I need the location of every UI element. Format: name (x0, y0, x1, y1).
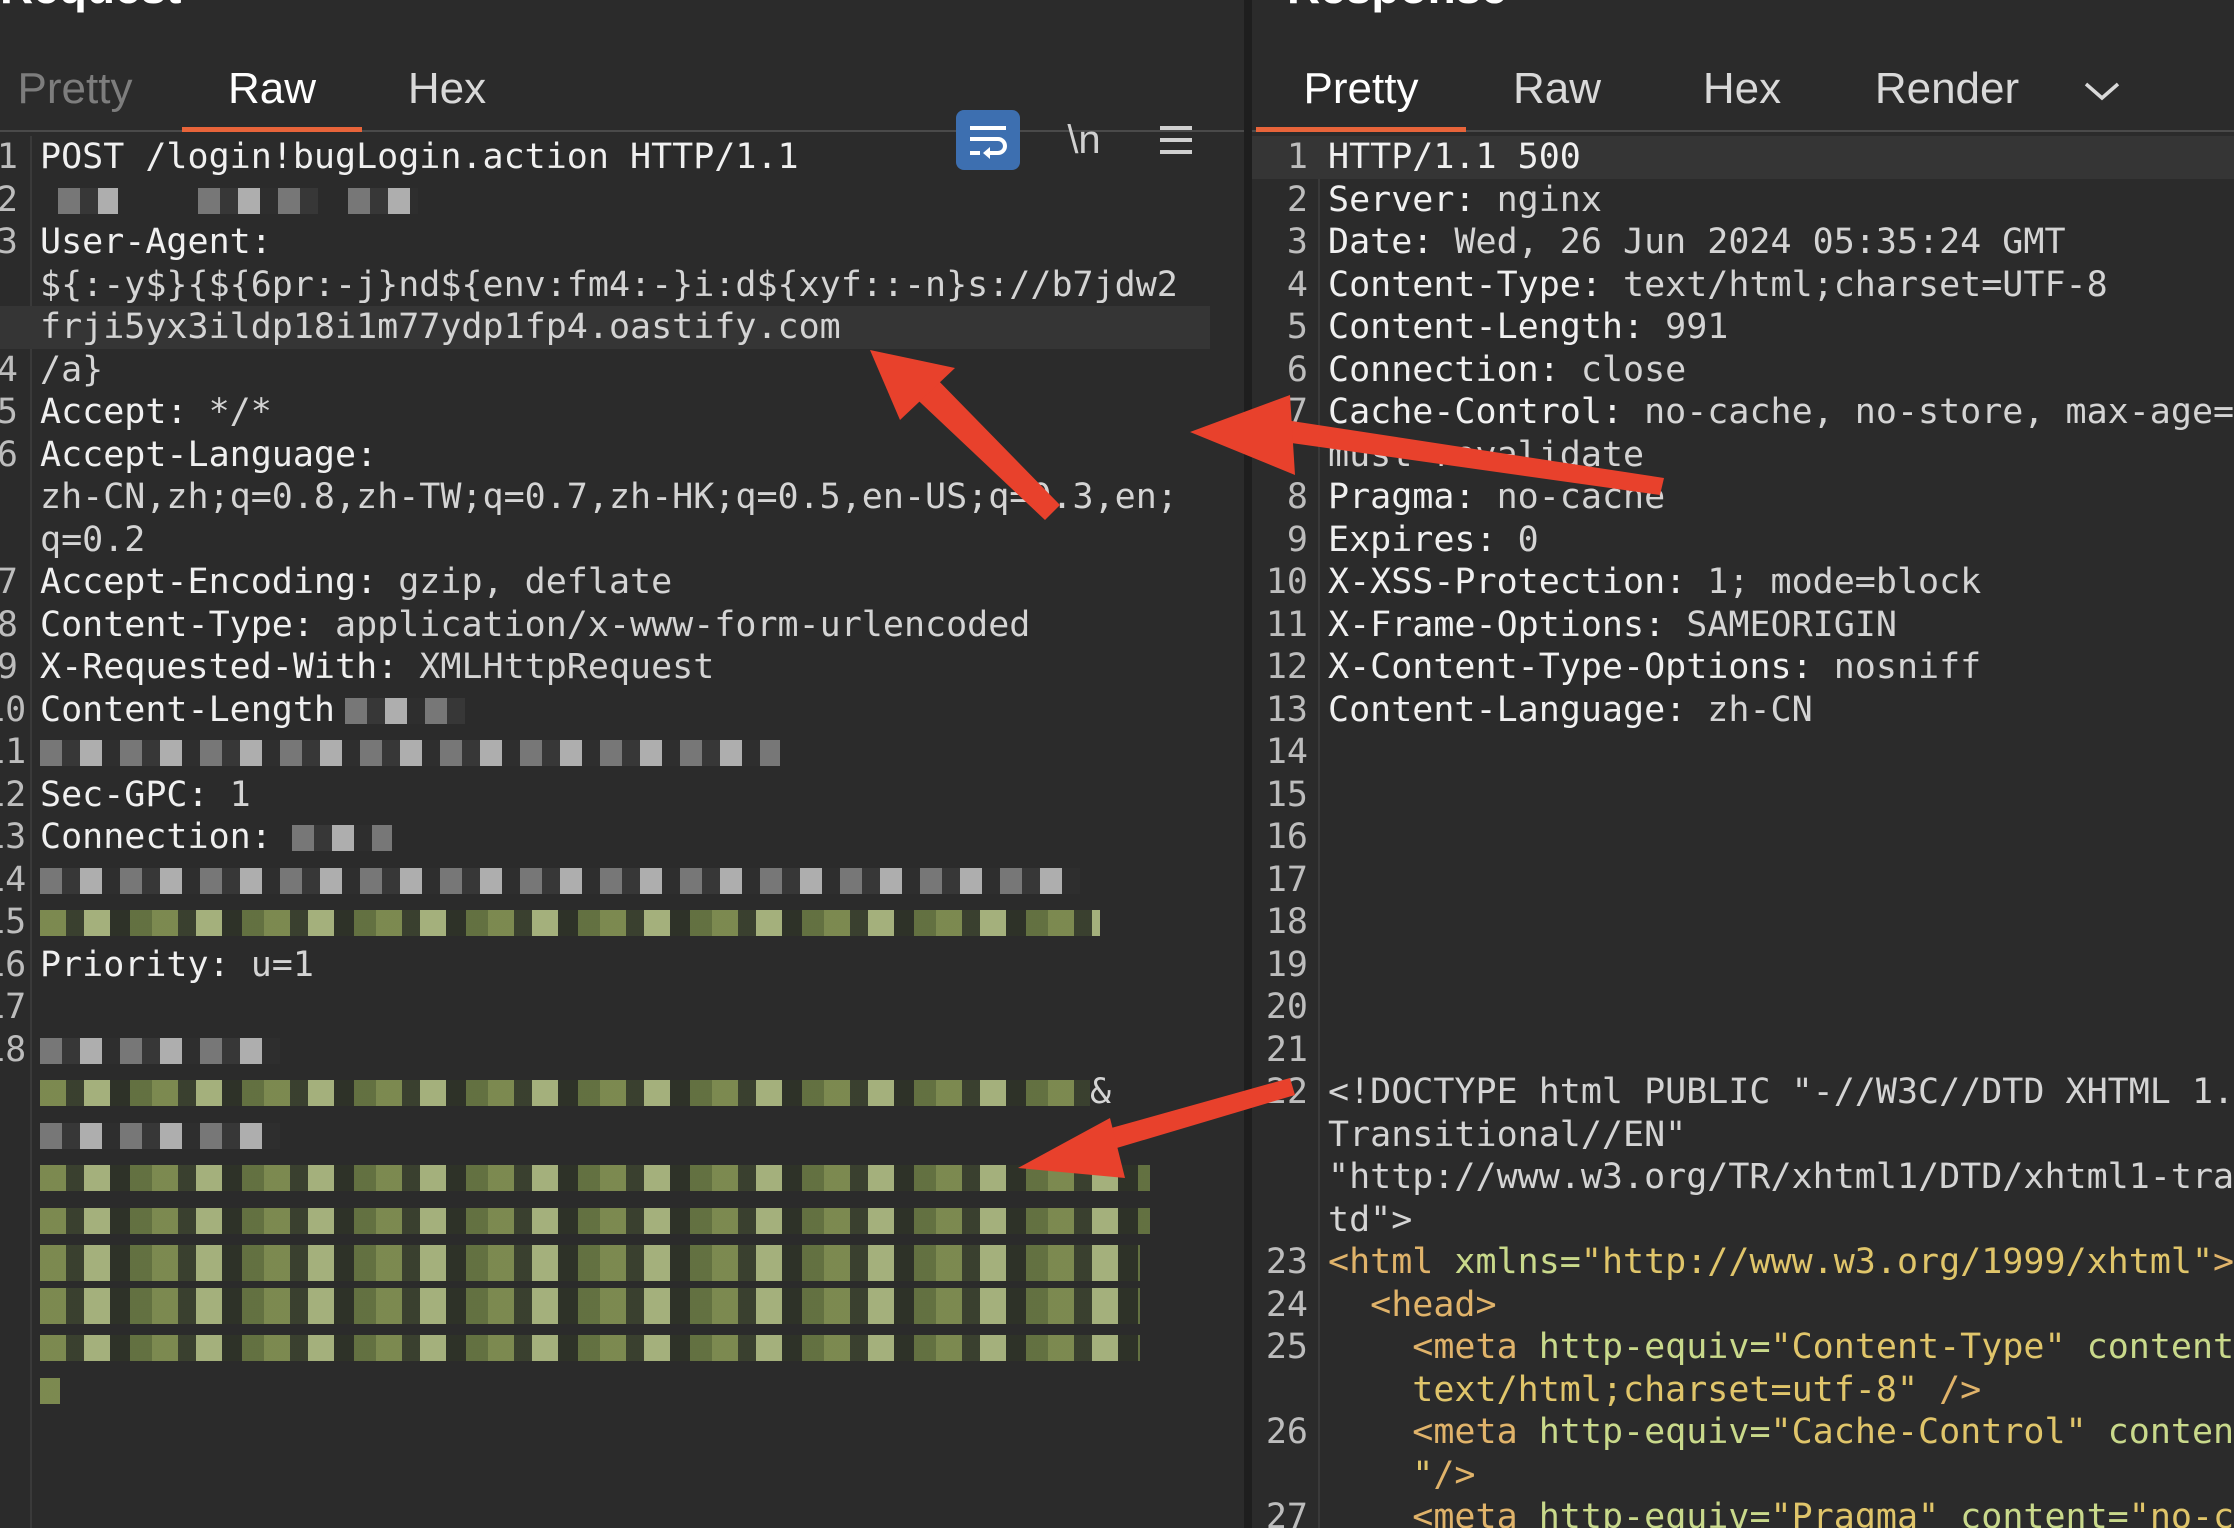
code-line (0, 1284, 1244, 1327)
tab-hex[interactable]: Hex (1672, 56, 1812, 128)
code-line: 3 Date: Wed, 26 Jun 2024 05:35:24 GMT (1286, 222, 2066, 262)
code-line: 10Content-Length (0, 689, 1244, 732)
code-line: 17 (0, 987, 27, 1027)
code-line: 23 <html xmlns="http://www.w3.org/1999/xh… (1265, 1242, 2234, 1282)
code-line: "/> (1328, 1454, 1476, 1495)
code-line: 11 X-Frame-Options: SAMEORIGIN (1265, 604, 1897, 645)
code-line: 14 (0, 859, 1244, 902)
code-line: 7 Accept-Encoding: gzip, deflate (0, 562, 673, 602)
code-line (0, 1369, 1244, 1412)
code-line: & (0, 1071, 1244, 1114)
code-line (0, 1199, 1244, 1242)
code-line: "http://www.w3.org/TR/xhtml1/DTD/xhtml1-… (1328, 1157, 2234, 1197)
code-line: 4 Content-Type: text/html;charset=UTF-8 (1286, 264, 2108, 305)
code-line: ${:-y$}{${6pr:-j}nd${env:fm4:-}i:d${xyf:… (40, 264, 1178, 305)
code-line: 13 Content-Language: zh-CN (1265, 689, 1813, 730)
code-line: zh-CN,zh;q=0.8,zh-TW;q=0.7,zh-HK;q=0.5,e… (40, 477, 1178, 517)
code-line (0, 1326, 1244, 1369)
code-line: q=0.2 (40, 519, 146, 560)
code-line: 17 (1265, 859, 1308, 900)
code-line: 5 Content-Length: 991 (1286, 307, 1729, 347)
code-line: 25 <meta http-equiv="Content-Type" conte… (1265, 1327, 2234, 1367)
tab-pretty[interactable]: Pretty (0, 56, 150, 128)
code-line: 2 Server: nginx (1286, 179, 1602, 220)
code-line: 26 <meta http-equiv="Cache-Control" cont… (1265, 1412, 2234, 1452)
tab-hex[interactable]: Hex (372, 56, 522, 128)
request-pane: Request Pretty Raw Hex \n 1POST /login!b… (0, 0, 1244, 1528)
code-line: 6 Accept-Language: (0, 434, 378, 475)
code-line: 12 X-Content-Type-Options: nosniff (1265, 647, 1982, 687)
code-line: 19 (1265, 944, 1308, 985)
request-title: Request (0, 0, 181, 14)
code-line: 22 <!DOCTYPE html PUBLIC "-//W3C//DTD XHT… (1265, 1072, 2234, 1112)
code-line: 24 <head> (1265, 1284, 1497, 1325)
response-editor[interactable]: 1 HTTP/1.1 500 2 Server: nginx 3 Date: Wed, 2… (1252, 136, 2234, 1528)
request-editor[interactable]: 1 POST /login!bugLogin.action HTTP/1.1 2 … (0, 136, 1244, 1528)
code-line: td"> (1328, 1199, 1413, 1240)
code-line-highlighted: 1 HTTP/1.1 500 (1252, 136, 2234, 179)
pane-divider[interactable] (1244, 0, 1252, 1528)
code-line: 3 User-Agent: (0, 222, 272, 262)
code-line: 16 (1265, 817, 1308, 857)
tab-pretty[interactable]: Pretty (1256, 56, 1466, 132)
response-headers: 1 HTTP/1.1 500 2 Server: nginx 3 Date: Wed, 2… (1252, 136, 2234, 1071)
code-line: 20 (1265, 987, 1308, 1027)
code-line: 12Sec-GPC: 1 (0, 774, 251, 815)
chevron-down-icon (2084, 83, 2120, 101)
tab-render[interactable]: Render (1852, 56, 2042, 128)
code-line: 8 Pragma: no-cache (1286, 477, 1666, 517)
code-line: text/html;charset=utf-8" /> (1328, 1369, 1982, 1410)
code-line: Transitional//EN" (1328, 1114, 1687, 1155)
code-line: 15 (0, 901, 1244, 944)
code-line: 8 Content-Type: application/x-www-form-ur… (0, 604, 1031, 645)
code-line-highlighted: frji5yx3ildp18i1m77ydp1fp4.oastify.com (0, 306, 1210, 349)
response-pane: Response Pretty Raw Hex Render 1HTTP/1.1… (1252, 0, 2234, 1528)
code-line: 27 <meta http-equiv="Pragma" content="no… (1265, 1497, 2234, 1528)
code-line: 15 (1265, 774, 1308, 815)
code-line: 18 (1265, 902, 1308, 942)
code-line: 10 X-XSS-Protection: 1; mode=block (1265, 562, 1982, 602)
code-line (0, 1241, 1244, 1284)
response-tabs: Pretty Raw Hex Render (1252, 56, 2234, 132)
code-line: 9 X-Requested-With: XMLHttpRequest (0, 647, 715, 687)
code-line (0, 1156, 1244, 1199)
code-line: 14 (1265, 732, 1308, 772)
code-line: 16Priority: u=1 (0, 944, 314, 985)
more-tabs-dropdown[interactable] (2072, 56, 2132, 128)
code-line: 6 Connection: close (1286, 349, 1687, 390)
code-line: 5 Accept: */* (0, 392, 272, 432)
code-line (0, 1114, 1244, 1157)
tab-raw[interactable]: Raw (182, 56, 362, 132)
response-title: Response (1287, 0, 1507, 14)
code-line: 11 (0, 731, 1244, 774)
request-tabs: Pretty Raw Hex \n (0, 56, 1244, 170)
code-line: 21 (1265, 1029, 1308, 1070)
code-line: 18 (0, 1029, 1244, 1072)
code-line: must-revalidate (1328, 434, 1645, 475)
code-line: 4/a} (0, 349, 104, 390)
code-line: 13Connection: (0, 816, 1244, 859)
code-line: 9 Expires: 0 (1286, 519, 1539, 560)
tab-raw[interactable]: Raw (1492, 56, 1622, 128)
code-line: 1 POST /login!bugLogin.action HTTP/1.1 (0, 137, 799, 177)
code-line: 2 (0, 179, 1244, 222)
code-line: 7 Cache-Control: no-cache, no-store, max-… (1286, 392, 2234, 432)
